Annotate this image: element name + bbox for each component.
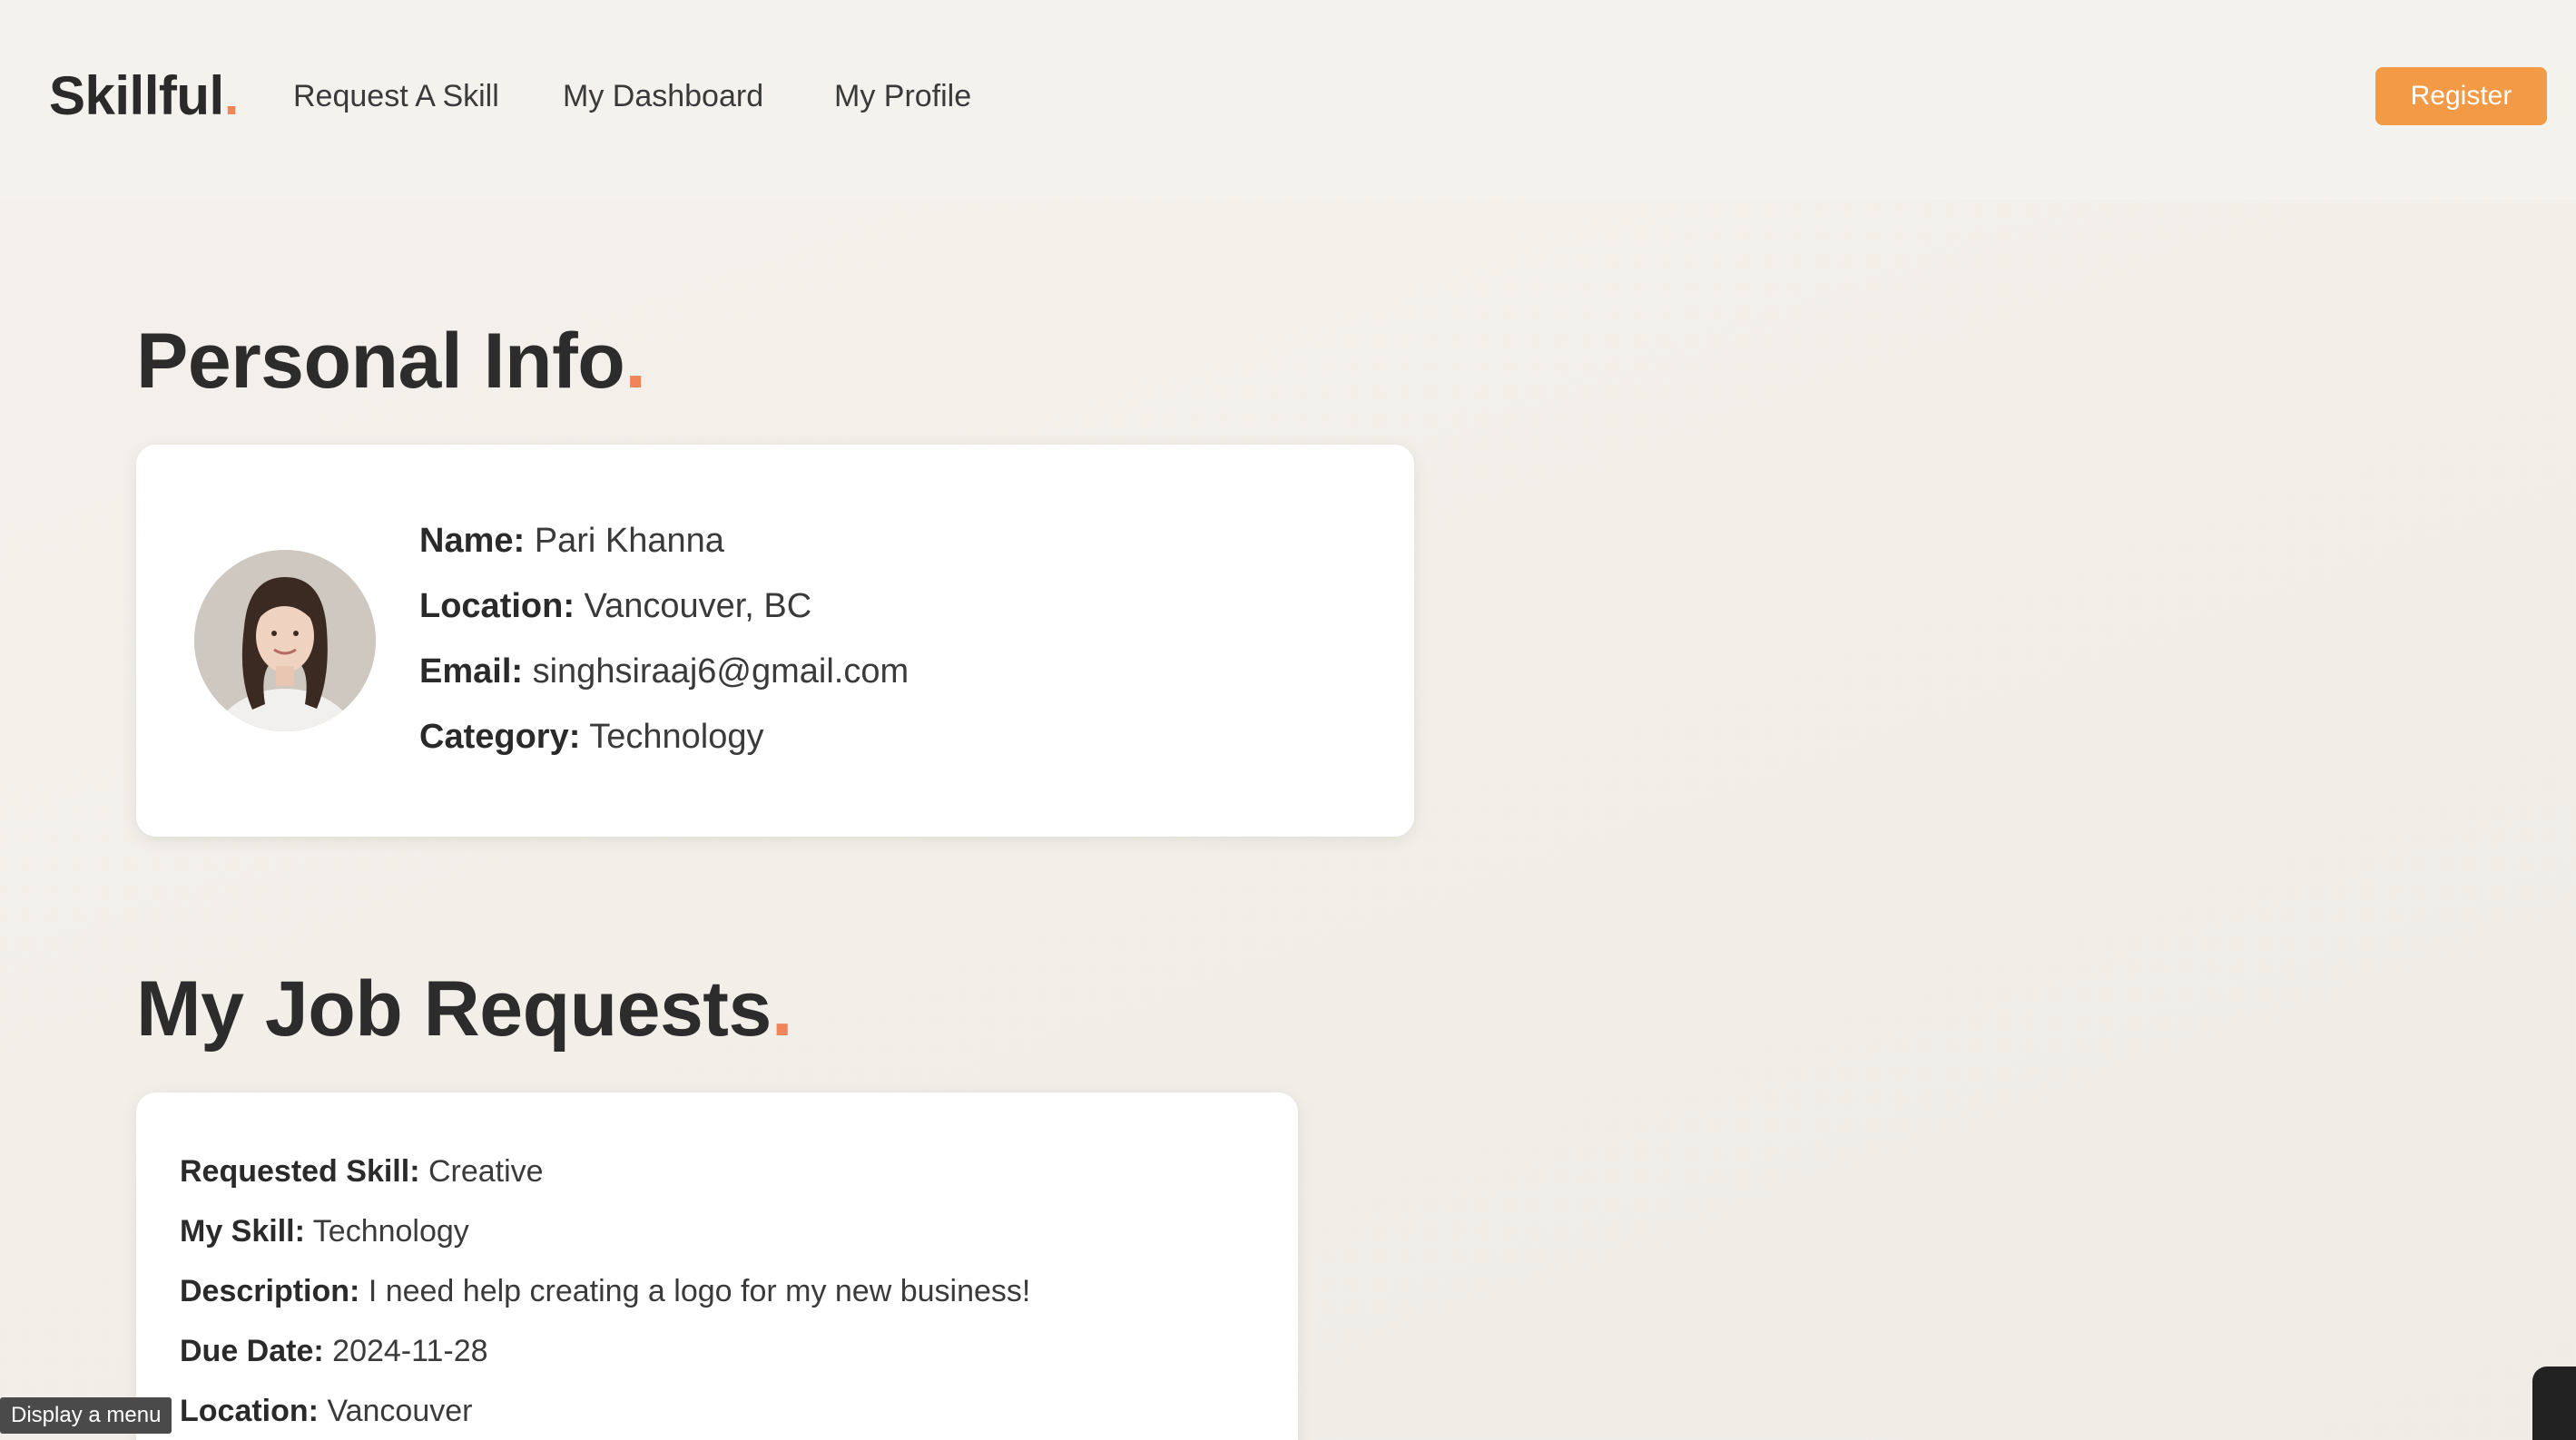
info-email-value: singhsiraaj6@gmail.com — [532, 652, 909, 691]
nav-link-request-a-skill[interactable]: Request A Skill — [293, 76, 499, 116]
info-email: Email: singhsiraaj6@gmail.com — [419, 650, 909, 693]
personal-info-title: Personal Info — [136, 318, 625, 405]
avatar-portrait — [194, 550, 376, 731]
floating-widget-button[interactable] — [2532, 1367, 2576, 1440]
request-description-value: I need help creating a logo for my new b… — [368, 1274, 1031, 1308]
brand-logo[interactable]: Skillful. — [49, 62, 239, 131]
job-requests-dot: . — [771, 965, 793, 1053]
job-requests-heading: My Job Requests. — [136, 964, 793, 1054]
display-menu-tooltip: Display a menu — [0, 1397, 172, 1434]
info-name-value: Pari Khanna — [534, 522, 724, 560]
brand-dot: . — [223, 65, 240, 126]
request-requested-skill-label: Requested Skill: — [180, 1154, 420, 1189]
personal-info-card: Name: Pari Khanna Location: Vancouver, B… — [136, 445, 1414, 837]
request-due-date: Due Date: 2024-11-28 — [180, 1331, 488, 1371]
request-location-label: Location: — [180, 1394, 319, 1428]
info-location-value: Vancouver, BC — [584, 587, 812, 625]
info-location: Location: Vancouver, BC — [419, 584, 811, 628]
info-name: Name: Pari Khanna — [419, 519, 724, 563]
request-requested-skill: Requested Skill: Creative — [180, 1151, 544, 1191]
request-location: Location: Vancouver — [180, 1391, 472, 1431]
brand-name: Skillful — [49, 65, 224, 126]
register-button[interactable]: Register — [2375, 67, 2547, 125]
info-category-value: Technology — [589, 718, 764, 756]
top-navigation-bar: Skillful. Request A Skill My Dashboard M… — [0, 0, 2576, 200]
request-description-label: Description: — [180, 1274, 360, 1308]
request-my-skill-label: My Skill: — [180, 1214, 305, 1249]
personal-info-dot: . — [624, 318, 646, 405]
request-due-date-label: Due Date: — [180, 1334, 324, 1368]
request-my-skill: My Skill: Technology — [180, 1211, 469, 1251]
request-location-value: Vancouver — [327, 1394, 473, 1428]
job-request-card: Requested Skill: Creative My Skill: Tech… — [136, 1092, 1298, 1440]
request-my-skill-value: Technology — [312, 1214, 469, 1249]
info-category-label: Category: — [419, 718, 581, 756]
info-email-label: Email: — [419, 652, 524, 691]
avatar — [194, 550, 376, 731]
nav-link-my-profile[interactable]: My Profile — [834, 76, 971, 116]
info-location-label: Location: — [419, 587, 575, 625]
personal-info-heading: Personal Info. — [136, 316, 646, 407]
job-requests-title: My Job Requests — [136, 965, 772, 1053]
info-name-label: Name: — [419, 522, 526, 560]
info-category: Category: Technology — [419, 715, 764, 759]
request-requested-skill-value: Creative — [428, 1154, 544, 1189]
request-due-date-value: 2024-11-28 — [332, 1334, 488, 1368]
request-description: Description: I need help creating a logo… — [180, 1271, 1030, 1311]
nav-link-my-dashboard[interactable]: My Dashboard — [563, 76, 763, 116]
